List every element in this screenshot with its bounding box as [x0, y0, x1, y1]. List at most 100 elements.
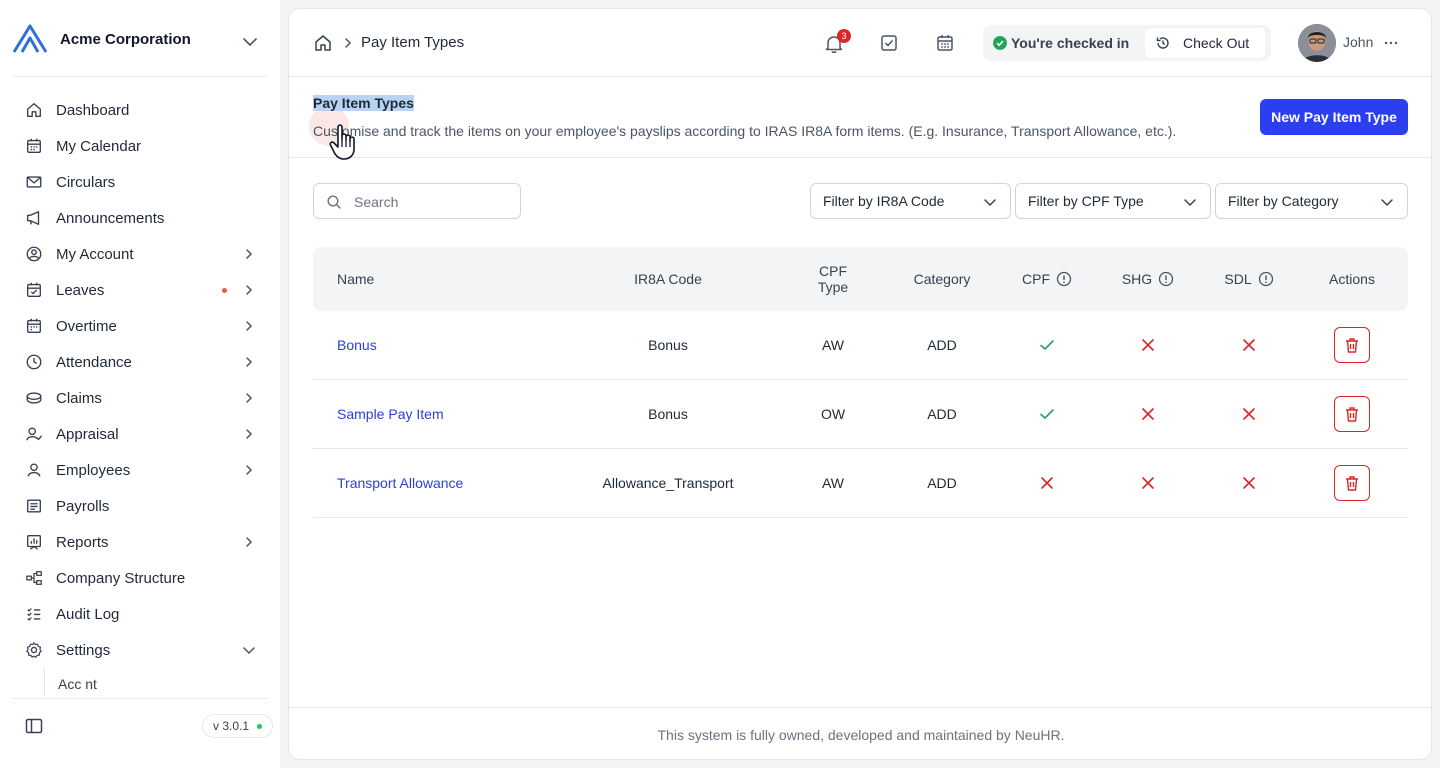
actions-cell: [1302, 380, 1402, 448]
sidebar-item-claims[interactable]: Claims: [0, 380, 280, 416]
sidebar-item-label: My Calendar: [56, 137, 142, 155]
history-icon: [1156, 37, 1169, 49]
column-header-category[interactable]: Category: [892, 247, 992, 311]
sidebar-item-settings[interactable]: Settings: [0, 632, 280, 668]
logo-icon: [12, 24, 48, 53]
checkin-status: You're checked in Check Out: [983, 25, 1271, 61]
submenu-line: [44, 668, 45, 696]
sidebar: Acme Corporation Dashboard My Calendar C…: [0, 0, 280, 768]
coins-icon: [24, 388, 44, 408]
calendar-clock-icon: [24, 316, 44, 336]
sidebar-item-employees[interactable]: Employees: [0, 452, 280, 488]
more-horizontal-icon[interactable]: [1381, 33, 1401, 53]
user-check-icon: [24, 424, 44, 444]
user-name[interactable]: John: [1343, 34, 1373, 50]
new-pay-item-type-button[interactable]: New Pay Item Type: [1260, 99, 1408, 135]
sdl-cell: [1199, 311, 1299, 379]
user-circle-icon: [24, 244, 44, 264]
column-header-text: SDL: [1224, 271, 1252, 287]
sidebar-item-label: Dashboard: [56, 101, 130, 119]
cpf-type-cell: OW: [820, 406, 846, 422]
trash-icon: [1346, 338, 1358, 353]
megaphone-icon: [24, 208, 44, 228]
info-icon[interactable]: [1158, 271, 1174, 287]
sidebar-item-attendance[interactable]: Attendance: [0, 344, 280, 380]
chevron-right-icon: [345, 38, 352, 48]
column-header-cpf-type[interactable]: CPF Type: [783, 247, 883, 311]
notification-dot: [222, 288, 227, 293]
sidebar-item-my-calendar[interactable]: My Calendar: [0, 128, 280, 164]
chevron-down-icon: [1184, 199, 1196, 207]
sidebar-item-label: Company Structure: [56, 569, 186, 587]
table-row: Transport Allowance Allowance_Transport …: [313, 449, 1408, 518]
cross-icon: [1142, 408, 1154, 420]
pay-item-name-link[interactable]: Bonus: [337, 311, 577, 379]
sidebar-item-circulars[interactable]: Circulars: [0, 164, 280, 200]
pay-item-name-link[interactable]: Sample Pay Item: [337, 380, 577, 448]
actions-cell: [1302, 449, 1402, 517]
check-icon: [1040, 409, 1054, 420]
home-icon[interactable]: [313, 33, 333, 53]
pay-item-name-link[interactable]: Transport Allowance: [337, 449, 577, 517]
pay-item-types-table: Name IR8A Code CPF Type Category CPF SHG…: [313, 247, 1408, 518]
search-input[interactable]: [313, 183, 521, 219]
search-field[interactable]: [354, 192, 514, 212]
delete-button[interactable]: [1334, 465, 1370, 501]
column-header-sdl[interactable]: SDL: [1199, 247, 1299, 311]
check-out-button[interactable]: Check Out: [1145, 28, 1265, 58]
column-header-ir8a[interactable]: IR8A Code: [593, 247, 743, 311]
filter-label: Filter by Category: [1228, 193, 1339, 209]
cross-icon: [1243, 408, 1255, 420]
filter-category-select[interactable]: Filter by Category: [1215, 183, 1408, 219]
cross-icon: [1243, 477, 1255, 489]
filter-label: Filter by IR8A Code: [823, 193, 945, 209]
calendar-check-icon: [24, 280, 44, 300]
delete-button[interactable]: [1334, 396, 1370, 432]
sidebar-item-payrolls[interactable]: Payrolls: [0, 488, 280, 524]
tasks-check-icon[interactable]: [879, 33, 899, 53]
column-header-shg[interactable]: SHG: [1098, 247, 1198, 311]
sidebar-subitem-partial[interactable]: Acc nt: [58, 676, 97, 692]
filter-ir8a-select[interactable]: Filter by IR8A Code: [810, 183, 1011, 219]
sidebar-item-label: Overtime: [56, 317, 117, 335]
sidebar-toggle-icon[interactable]: [24, 716, 44, 736]
sidebar-item-appraisal[interactable]: Appraisal: [0, 416, 280, 452]
check-icon: [1040, 340, 1054, 351]
home-icon: [24, 100, 44, 120]
info-icon[interactable]: [1056, 271, 1072, 287]
chart-icon: [24, 532, 44, 552]
company-name: Acme Corporation: [60, 30, 191, 48]
filter-cpf-select[interactable]: Filter by CPF Type: [1015, 183, 1211, 219]
sidebar-item-dashboard[interactable]: Dashboard: [0, 92, 280, 128]
sidebar-item-audit-log[interactable]: Audit Log: [0, 596, 280, 632]
breadcrumb-current: Pay Item Types: [361, 34, 465, 51]
sidebar-item-company-structure[interactable]: Company Structure: [0, 560, 280, 596]
cpf-cell: [997, 311, 1097, 379]
hand-cursor-icon: [329, 124, 355, 160]
sidebar-item-my-account[interactable]: My Account: [0, 236, 280, 272]
sidebar-item-overtime[interactable]: Overtime: [0, 308, 280, 344]
chevron-right-icon: [246, 537, 253, 547]
version-badge: v 3.0.1: [202, 714, 274, 738]
shg-cell: [1098, 380, 1198, 448]
divider: [12, 76, 268, 77]
column-header-name[interactable]: Name: [337, 247, 537, 311]
cross-icon: [1142, 339, 1154, 351]
sidebar-item-leaves[interactable]: Leaves: [0, 272, 280, 308]
sidebar-item-label: Circulars: [56, 173, 116, 191]
category-cell: ADD: [927, 475, 957, 491]
column-header-cpf[interactable]: CPF: [997, 247, 1097, 311]
chevron-down-icon: [984, 199, 996, 207]
search-icon: [327, 195, 341, 209]
topbar: Pay Item Types 3 You're checked in Check…: [289, 9, 1431, 77]
avatar[interactable]: [1298, 24, 1336, 62]
info-icon[interactable]: [1258, 271, 1274, 287]
sidebar-item-reports[interactable]: Reports: [0, 524, 280, 560]
company-switcher[interactable]: Acme Corporation: [0, 0, 280, 78]
calendar-icon[interactable]: [935, 33, 955, 53]
ir8a-code-cell: Allowance_Transport: [602, 475, 734, 491]
sidebar-item-announcements[interactable]: Announcements: [0, 200, 280, 236]
sidebar-item-label: Settings: [56, 641, 111, 659]
shg-cell: [1098, 311, 1198, 379]
delete-button[interactable]: [1334, 327, 1370, 363]
